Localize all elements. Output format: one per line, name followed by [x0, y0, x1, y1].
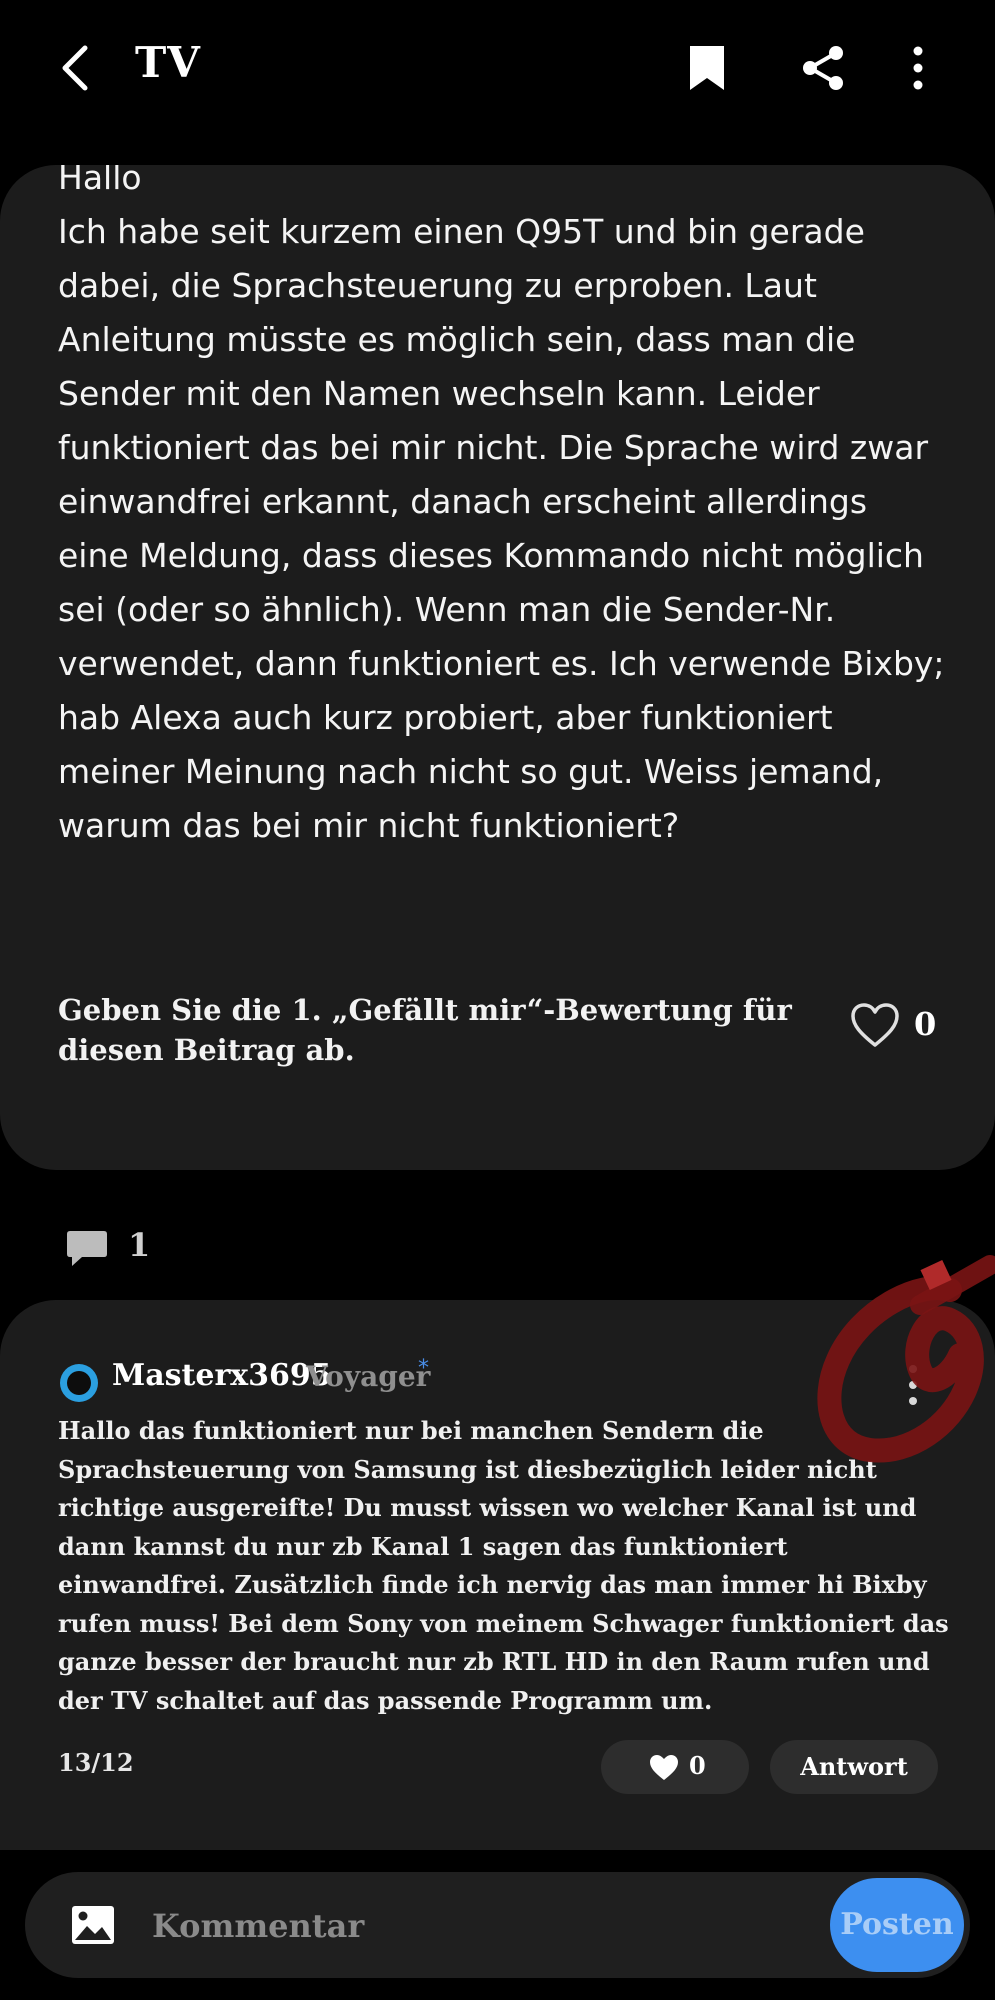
- like-prompt: Geben Sie die 1. „Gefällt mir“-Bewertung…: [58, 993, 792, 1067]
- reply-like-button[interactable]: 0: [601, 1740, 749, 1794]
- more-vertical-icon[interactable]: [910, 44, 926, 92]
- post-card: Hallo Ich habe seit kurzem einen Q95T un…: [0, 165, 995, 1170]
- reply-answer-button[interactable]: Antwort: [770, 1740, 938, 1794]
- post-body: Hallo Ich habe seit kurzem einen Q95T un…: [58, 165, 945, 845]
- post-like-count: 0: [914, 1005, 937, 1043]
- reply-more-icon[interactable]: [905, 1362, 921, 1408]
- avatar[interactable]: [60, 1364, 98, 1402]
- bookmark-icon[interactable]: [688, 44, 726, 92]
- image-icon[interactable]: [70, 1904, 116, 1946]
- rank-star-icon: *: [418, 1356, 429, 1381]
- page-title: TV: [135, 38, 201, 87]
- chevron-left-icon[interactable]: [55, 42, 95, 94]
- comment-composer-bar: Posten: [0, 1850, 995, 2000]
- reply-author[interactable]: Masterx3695: [112, 1358, 332, 1393]
- reply-card: Masterx3695 Voyager * Hallo das funktion…: [0, 1300, 995, 1850]
- heart-icon: [650, 1755, 678, 1780]
- comment-count: 1: [128, 1226, 151, 1264]
- heart-icon[interactable]: [850, 1003, 900, 1049]
- share-icon[interactable]: [800, 44, 846, 92]
- reply-date: 13/12: [58, 1748, 134, 1777]
- avatar-face-icon: [67, 1371, 91, 1395]
- reply-author-rank: Voyager: [306, 1360, 431, 1393]
- top-app-bar: TV: [0, 0, 995, 140]
- comment-input[interactable]: [150, 1890, 834, 1962]
- comment-bubble-icon: [67, 1231, 107, 1266]
- reply-text: Hallo das funktioniert nur bei manchen S…: [58, 1416, 949, 1715]
- comment-composer: Posten: [25, 1872, 970, 1978]
- post-button[interactable]: Posten: [830, 1878, 964, 1972]
- reply-like-count: 0: [689, 1751, 706, 1780]
